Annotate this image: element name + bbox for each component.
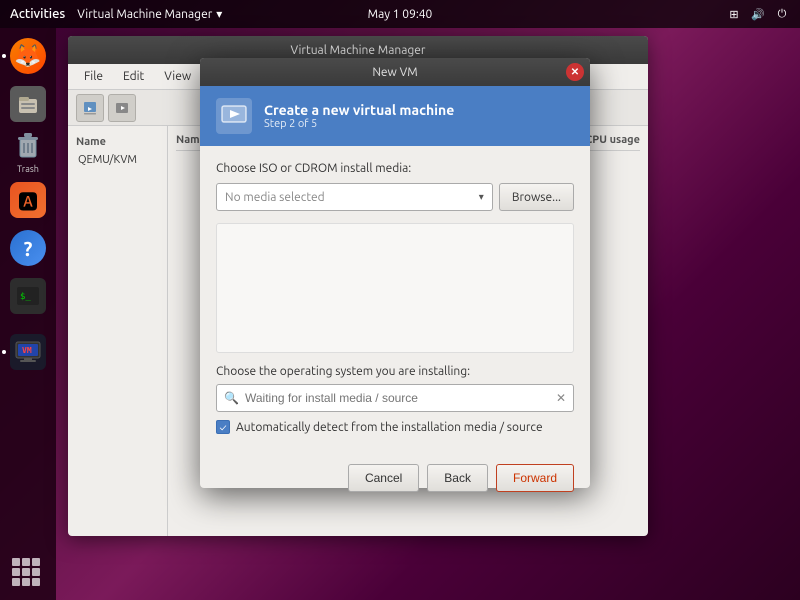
newvm-footer: Cancel Back Forward [200,464,590,506]
apps-dot [32,578,40,586]
newvm-autodetect-checkbox[interactable]: ✓ [216,420,230,434]
newvm-media-dropdown[interactable]: No media selected ▾ [216,183,493,211]
newvm-dialog: New VM ✕ Create a new virtual machine St… [200,58,590,488]
newvm-os-label: Choose the operating system you are inst… [216,365,574,378]
svg-text:$_: $_ [20,292,31,302]
newvm-header-text: Create a new virtual machine Step 2 of 5 [264,102,454,130]
apps-dot [12,578,20,586]
help-icon: ? [10,230,46,266]
topbar-datetime: May 1 09:40 [368,8,433,21]
newvm-autodetect-label: Automatically detect from the installati… [236,421,543,434]
checkbox-checkmark: ✓ [219,422,226,433]
software-icon: 🅰 [10,182,46,218]
volume-icon[interactable]: 🔊 [750,6,766,22]
vmm-sidebar-item-qemu[interactable]: QEMU/KVM [72,150,163,170]
desktop: Activities Virtual Machine Manager ▾ May… [0,0,800,600]
launcher-item-vmm[interactable]: VM [6,330,50,374]
newvm-media-row: No media selected ▾ Browse... [216,183,574,211]
launcher: 🦊 Trash 🅰 ? $_ [0,28,56,600]
newvm-header-icon [216,98,252,134]
files-icon [10,86,46,122]
back-button[interactable]: Back [427,464,488,492]
newvm-media-dropdown-text: No media selected [225,191,325,204]
newvm-autodetect-row: ✓ Automatically detect from the installa… [216,420,574,434]
newvm-header-subtitle: Step 2 of 5 [264,118,454,130]
apps-dot [12,558,20,566]
activities-button[interactable]: Activities [10,7,65,21]
launcher-active-dot [2,54,6,58]
launcher-item-help[interactable]: ? [6,226,50,270]
topbar-left: Activities Virtual Machine Manager ▾ [10,7,222,21]
network-icon[interactable]: ⊞ [726,6,742,22]
newvm-header: Create a new virtual machine Step 2 of 5 [200,86,590,146]
newvm-empty-area [216,223,574,353]
terminal-icon: $_ [10,278,46,314]
topbar: Activities Virtual Machine Manager ▾ May… [0,0,800,28]
topbar-right: ⊞ 🔊 ⏻ [726,6,790,22]
newvm-body: Choose ISO or CDROM install media: No me… [200,146,590,464]
launcher-item-files[interactable] [6,82,50,126]
apps-dot [22,578,30,586]
power-icon[interactable]: ⏻ [774,6,790,22]
topbar-app-label: Virtual Machine Manager [77,8,212,21]
cancel-button[interactable]: Cancel [348,464,419,492]
newvm-media-label: Choose ISO or CDROM install media: [216,162,574,175]
vmm-active-dot [2,350,6,354]
menu-file[interactable]: File [76,68,111,85]
newvm-dropdown-arrow-icon: ▾ [479,191,484,203]
newvm-close-button[interactable]: ✕ [566,63,584,81]
topbar-app-arrow[interactable]: ▾ [216,7,222,21]
apps-grid-button[interactable] [12,558,44,590]
menu-view[interactable]: View [156,68,199,85]
newvm-header-title: Create a new virtual machine [264,102,454,118]
menu-edit[interactable]: Edit [115,68,152,85]
launcher-item-software[interactable]: 🅰 [6,178,50,222]
launcher-item-terminal[interactable]: $_ [6,274,50,318]
search-icon: 🔍 [224,391,239,405]
vmm-sidebar: Name QEMU/KVM [68,126,168,536]
vmm-sidebar-header: Name [72,134,163,150]
vmm-toolbar-btn1[interactable] [76,94,104,122]
svg-text:VM: VM [22,346,32,355]
launcher-trash-label: Trash [17,164,39,174]
forward-button[interactable]: Forward [496,464,574,492]
newvm-os-search: 🔍 ✕ [216,384,574,412]
newvm-titlebar: New VM ✕ [200,58,590,86]
vmm-icon: VM [10,334,46,370]
topbar-appname: Virtual Machine Manager ▾ [77,7,222,21]
vmm-title: Virtual Machine Manager [291,44,426,57]
apps-dot [22,568,30,576]
apps-dot [22,558,30,566]
apps-dot [12,568,20,576]
newvm-browse-button[interactable]: Browse... [499,183,574,211]
newvm-os-input[interactable] [216,384,574,412]
newvm-title: New VM [372,66,417,79]
firefox-icon: 🦊 [10,38,46,74]
apps-dot [32,568,40,576]
clear-icon[interactable]: ✕ [556,391,566,405]
launcher-item-trash[interactable]: Trash [6,130,50,174]
vmm-col-cpu: CPU usage [585,134,640,146]
launcher-item-firefox[interactable]: 🦊 [6,34,50,78]
vmm-toolbar-btn2[interactable] [108,94,136,122]
apps-dot [32,558,40,566]
trash-icon [10,130,46,162]
